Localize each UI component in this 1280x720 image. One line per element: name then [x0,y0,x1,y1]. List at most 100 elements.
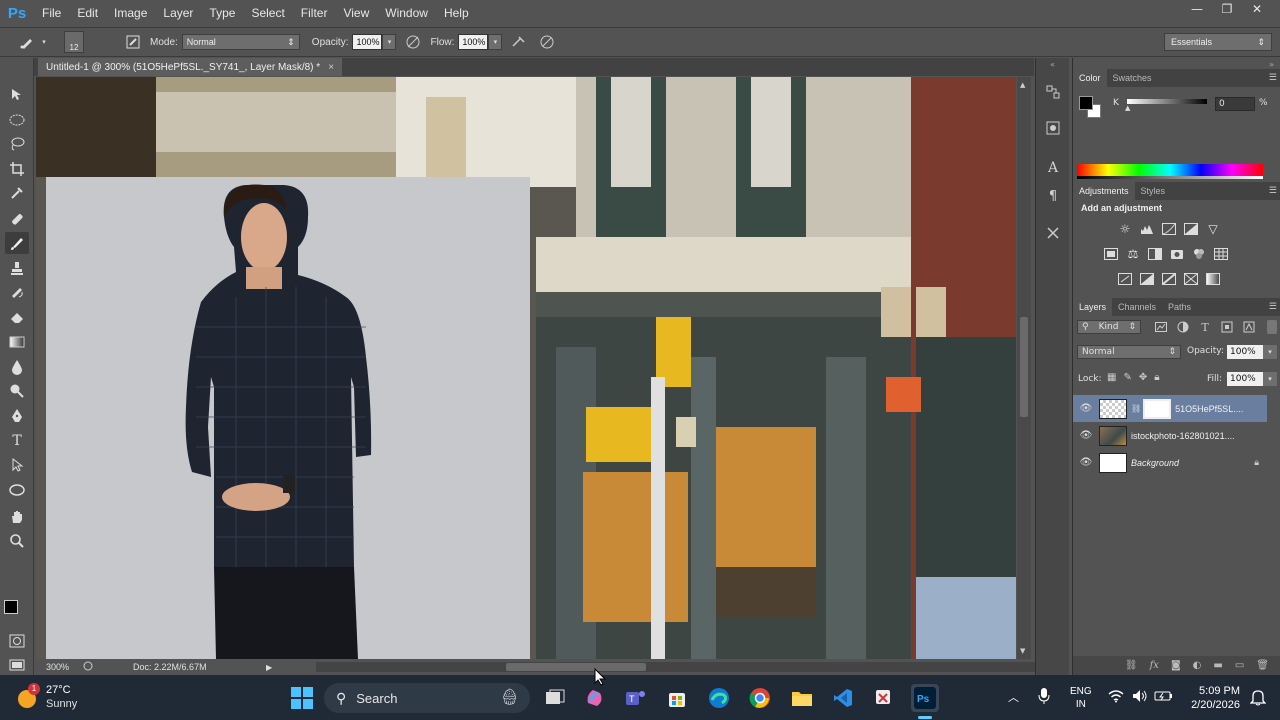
grayscale-ramp[interactable] [1077,176,1263,179]
close-tab-icon[interactable]: × [328,62,334,73]
tab-paths[interactable]: Paths [1162,298,1197,316]
new-layer-icon[interactable]: ▭ [1235,660,1244,671]
panel-menu-icon[interactable]: ☰ [1269,301,1277,312]
blur-icon[interactable] [5,356,29,378]
chain-link-icon[interactable]: ⛓︎ [1131,404,1141,413]
paragraph-panel-icon[interactable]: ¶ [1043,186,1063,206]
filter-type-icon[interactable]: T [1197,320,1213,334]
tab-color[interactable]: Color [1073,69,1107,87]
volume-icon[interactable] [1132,689,1148,706]
hue-saturation-icon[interactable] [1103,247,1119,261]
properties-panel-icon[interactable] [1043,118,1063,138]
layer-name[interactable]: 51O5HePf5SL.... [1175,404,1243,414]
levels-icon[interactable] [1139,222,1155,236]
k-slider[interactable] [1127,99,1207,104]
character-panel-icon[interactable]: A [1043,158,1063,178]
link-layers-icon[interactable]: ⛓︎ [1125,660,1138,671]
microphone-icon[interactable] [1038,687,1050,708]
brush-tool-preset-icon[interactable] [16,31,38,53]
layer-row[interactable]: 👁︎ Background 🔒︎ [1073,449,1267,476]
teams-icon[interactable]: T [622,684,650,712]
blend-mode-select[interactable]: Normal ⇕ [1077,345,1181,359]
fill-slider-button[interactable]: ▾ [1263,372,1277,386]
menu-help[interactable]: Help [436,0,477,26]
fill-input[interactable]: 100% [1227,372,1263,386]
document-tab[interactable]: Untitled-1 @ 300% (51O5HePf5SL._SY741_, … [38,58,343,76]
slider-thumb-icon[interactable]: ▲ [1125,104,1130,112]
black-white-icon[interactable] [1147,247,1163,261]
gradient-icon[interactable] [5,331,29,353]
layer-row[interactable]: 👁︎ ⛓︎ 51O5HePf5SL.... [1073,395,1267,422]
type-icon[interactable]: T [5,430,29,452]
layer-style-icon[interactable]: fx [1150,660,1159,671]
taskbar-search[interactable]: ⚲ Search 🧁︎ [324,683,530,713]
exposure-icon[interactable] [1183,222,1199,236]
collapse-arrows-icon[interactable]: « [1050,60,1055,69]
history-panel-icon[interactable] [1043,82,1063,102]
panel-menu-icon[interactable]: ☰ [1269,185,1277,196]
tab-adjustments[interactable]: Adjustments [1073,182,1135,200]
tab-swatches[interactable]: Swatches [1107,69,1158,87]
menu-window[interactable]: Window [377,0,436,26]
selective-color-icon[interactable] [1183,272,1199,286]
status-menu-arrow-icon[interactable]: ▶ [266,663,272,672]
vibrance-icon[interactable]: ▽ [1205,222,1221,236]
stamp-icon[interactable] [5,257,29,279]
threshold-icon[interactable] [1161,272,1177,286]
curves-icon[interactable] [1161,222,1177,236]
pressure-size-icon[interactable] [536,31,558,53]
restore-button[interactable]: ❐ [1212,0,1242,18]
canvas[interactable] [36,77,1016,659]
color-lookup-icon[interactable] [1213,247,1229,261]
filter-shape-icon[interactable] [1219,320,1235,334]
menu-file[interactable]: File [34,0,69,26]
pen-icon[interactable] [5,405,29,427]
filter-toggle-switch[interactable] [1267,320,1277,334]
marquee-icon[interactable] [5,109,29,131]
move-icon[interactable] [5,84,29,106]
lock-pixels-icon[interactable]: ✎ [1123,372,1131,383]
airbrush-icon[interactable] [508,31,530,53]
tab-styles[interactable]: Styles [1135,182,1172,200]
vscode-icon[interactable] [829,684,857,712]
path-select-icon[interactable] [5,454,29,476]
menu-select[interactable]: Select [243,0,292,26]
screen-mode-icon[interactable] [5,654,29,676]
invert-icon[interactable] [1117,272,1133,286]
scroll-down-icon[interactable]: ▼ [1020,647,1025,655]
lock-position-icon[interactable]: ✥ [1139,372,1147,383]
add-mask-icon[interactable]: ◙ [1171,660,1181,671]
flow-slider-button[interactable]: ▾ [488,34,503,50]
color-balance-icon[interactable]: ⚖ [1125,247,1141,261]
windows-start-icon[interactable] [288,684,316,712]
healing-icon[interactable] [5,208,29,230]
menu-image[interactable]: Image [106,0,155,26]
crop-icon[interactable] [5,158,29,180]
eraser-icon[interactable] [5,306,29,328]
vertical-scrollbar[interactable]: ▲ ▼ [1017,77,1031,659]
clock[interactable]: 5:09 PM 2/20/2026 [1184,684,1240,712]
lasso-icon[interactable] [5,133,29,155]
tab-channels[interactable]: Channels [1112,298,1162,316]
menu-edit[interactable]: Edit [69,0,106,26]
chevron-down-icon[interactable]: ▾ [38,31,50,53]
show-hidden-icons-icon[interactable]: ︿ [1008,689,1019,705]
minimize-button[interactable]: — [1182,0,1212,18]
layer-opacity-input[interactable]: 100% [1227,345,1263,359]
zoom-icon[interactable] [5,530,29,552]
lock-transparent-icon[interactable]: ▦ [1107,372,1116,383]
panel-collapse-icon[interactable]: » [1269,60,1274,69]
filter-smart-object-icon[interactable] [1241,320,1257,334]
menu-view[interactable]: View [335,0,377,26]
layer-name[interactable]: istockphoto-162801021.... [1131,431,1235,441]
layer-name[interactable]: Background [1131,458,1254,468]
eyedropper-icon[interactable] [5,182,29,204]
zoom-level[interactable]: 300% [46,662,69,672]
snipping-tool-icon[interactable] [870,684,898,712]
scroll-up-icon[interactable]: ▲ [1020,81,1025,89]
visibility-eye-icon[interactable]: 👁︎ [1073,457,1099,468]
store-icon[interactable] [663,684,691,712]
brush-size-picker[interactable]: 12 [64,31,84,53]
color-spectrum[interactable] [1077,164,1263,176]
hand-icon[interactable] [5,506,29,528]
